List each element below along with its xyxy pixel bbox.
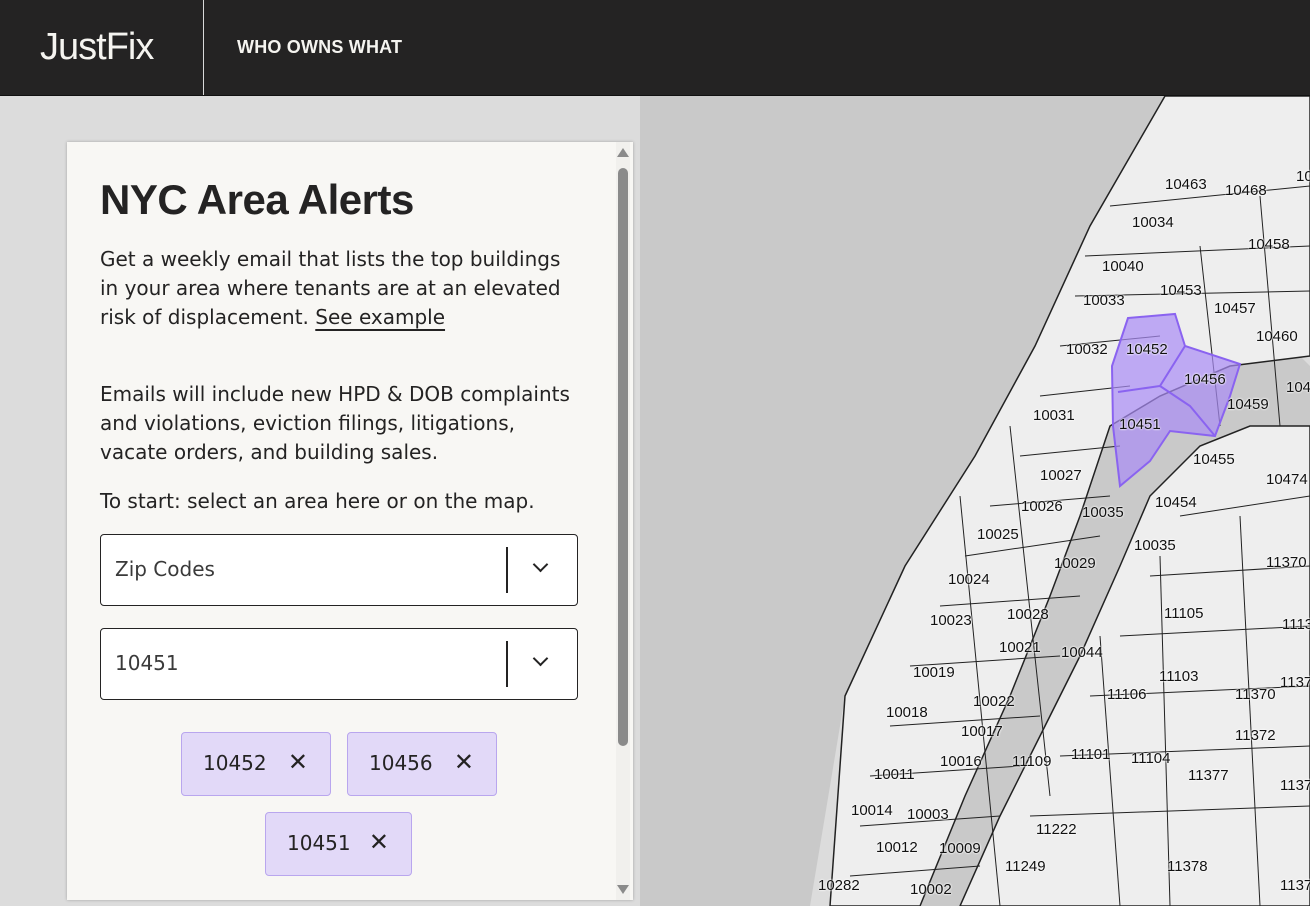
zip-label: 10282	[818, 877, 860, 894]
zip-label: 10003	[907, 806, 949, 823]
zip-label: 11370	[1266, 554, 1307, 571]
zip-label: 10017	[961, 723, 1003, 740]
zip-label: 10460	[1256, 328, 1298, 345]
zip-label: 10022	[973, 693, 1015, 710]
zip-label: 104	[1286, 379, 1310, 396]
select-separator	[506, 641, 508, 687]
chip-label: 10451	[287, 831, 351, 855]
scrollbar-thumb[interactable]	[618, 168, 628, 746]
zip-label: 11378	[1167, 858, 1208, 875]
zip-label: 10459	[1227, 396, 1269, 413]
panel-title: NYC Area Alerts	[100, 176, 414, 223]
zip-label: 11106	[1107, 686, 1147, 703]
zip-label: 10026	[1021, 498, 1063, 515]
zip-label: 10031	[1033, 407, 1075, 424]
zip-label: 10044	[1061, 644, 1103, 661]
scroll-down-arrow-icon[interactable]	[617, 885, 629, 894]
who-owns-what-link[interactable]: WHO OWNS WHAT	[237, 37, 402, 58]
zip-code-select[interactable]: 10451	[100, 628, 578, 700]
zip-label: 10019	[913, 664, 955, 681]
zip-label: 10011	[874, 766, 915, 783]
zip-label: 11377	[1188, 767, 1229, 784]
selected-zip-chip: 10456 ✕	[347, 732, 497, 796]
zip-label: 10032	[1066, 341, 1108, 358]
zip-label: 10456	[1184, 371, 1226, 388]
zip-label: 1113	[1282, 616, 1310, 633]
zip-label: 10451	[1119, 416, 1161, 433]
close-icon[interactable]: ✕	[369, 828, 389, 856]
zip-label: 10016	[940, 753, 982, 770]
zip-label: 1137	[1280, 877, 1310, 894]
zip-label: 11372	[1235, 727, 1276, 744]
zip-label: 10002	[910, 881, 952, 898]
zip-label: 10458	[1248, 236, 1290, 253]
zip-label: 11222	[1036, 821, 1077, 838]
zip-label: 10035	[1082, 504, 1124, 521]
zip-label: 11104	[1131, 750, 1171, 767]
area-type-value: Zip Codes	[115, 557, 215, 581]
select-separator	[506, 547, 508, 593]
zip-label: 10454	[1155, 494, 1197, 511]
close-icon[interactable]: ✕	[288, 748, 308, 776]
emails-info-paragraph: Emails will include new HPD & DOB compla…	[100, 382, 570, 464]
zip-label: 10035	[1134, 537, 1176, 554]
header-divider	[203, 0, 204, 95]
zip-label: 11249	[1005, 858, 1046, 875]
zip-label: 10012	[876, 839, 918, 856]
area-type-select[interactable]: Zip Codes	[100, 534, 578, 606]
zip-label: 10	[1296, 168, 1310, 185]
zip-label: 10009	[939, 840, 981, 857]
zip-label: 10014	[851, 802, 893, 819]
panel-scrollbar[interactable]	[616, 142, 630, 900]
selected-zip-chip: 10451 ✕	[265, 812, 412, 876]
zip-label: 10452	[1126, 341, 1168, 358]
zip-label: 10028	[1007, 606, 1049, 623]
area-alerts-panel: NYC Area Alerts Get a weekly email that …	[67, 142, 633, 900]
zip-label: 10455	[1193, 451, 1235, 468]
zip-label: 11105	[1164, 605, 1204, 622]
zip-label: 10474	[1266, 471, 1308, 488]
see-example-link[interactable]: See example	[315, 305, 445, 329]
zip-label: 10018	[886, 704, 928, 721]
chevron-down-icon[interactable]	[532, 650, 549, 667]
zip-label: 10025	[977, 526, 1019, 543]
zip-label: 10027	[1040, 467, 1082, 484]
scroll-up-arrow-icon[interactable]	[617, 148, 629, 157]
selected-zip-chip: 10452 ✕	[181, 732, 331, 796]
justfix-logo[interactable]: JustFix	[40, 26, 154, 69]
zip-label: 10453	[1160, 282, 1202, 299]
intro-paragraph: Get a weekly email that lists the top bu…	[100, 245, 580, 332]
chip-label: 10452	[203, 751, 267, 775]
zip-label: 10457	[1214, 300, 1256, 317]
zip-label: 11109	[1012, 753, 1052, 770]
zip-label: 10023	[930, 612, 972, 629]
zip-label: 11370	[1235, 686, 1276, 703]
zip-label: 1137	[1280, 674, 1310, 691]
start-instruction: To start: select an area here or on the …	[100, 489, 535, 513]
top-navigation-bar: JustFix WHO OWNS WHAT	[0, 0, 1310, 96]
zip-code-value: 10451	[115, 651, 179, 675]
zip-label: 1137	[1280, 777, 1310, 794]
zip-label: 10463	[1165, 176, 1207, 193]
zip-label: 11103	[1159, 668, 1199, 685]
zip-label: 10024	[948, 571, 990, 588]
close-icon[interactable]: ✕	[454, 748, 474, 776]
zip-label: 10029	[1054, 555, 1096, 572]
zip-label: 10468	[1225, 182, 1267, 199]
zip-label: 11101	[1071, 746, 1111, 763]
zip-label: 10040	[1102, 258, 1144, 275]
chevron-down-icon[interactable]	[532, 556, 549, 573]
chip-label: 10456	[369, 751, 433, 775]
zip-label: 10021	[999, 639, 1041, 656]
zip-label: 10034	[1132, 214, 1174, 231]
zip-label: 10033	[1083, 292, 1125, 309]
